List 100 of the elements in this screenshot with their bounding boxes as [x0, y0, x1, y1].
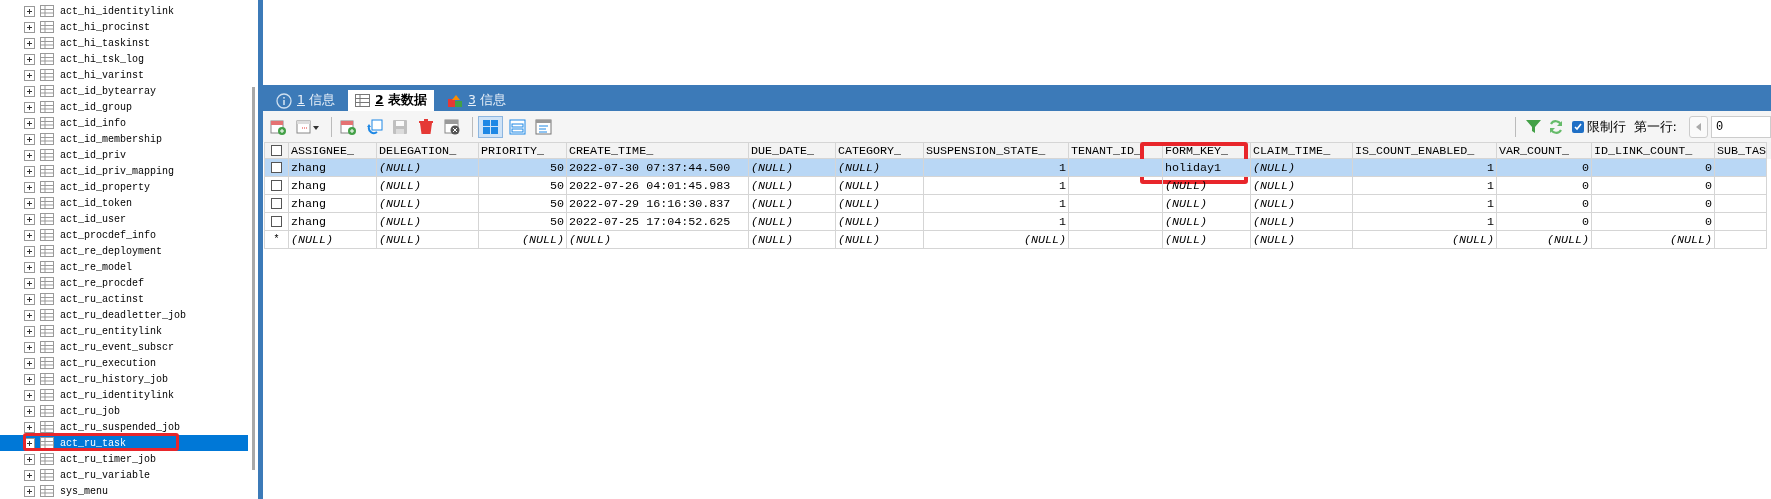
expand-icon[interactable]	[24, 389, 35, 401]
input-field[interactable]: 0	[1711, 115, 1771, 138]
tree-item[interactable]: act_ru_execution	[0, 355, 248, 371]
expand-icon[interactable]	[24, 325, 35, 337]
checkbox[interactable]	[1571, 120, 1584, 133]
tree-item[interactable]: act_ru_actinst	[0, 291, 248, 307]
table-cell: (NULL)	[377, 213, 479, 231]
tab[interactable]: 1 信息	[269, 90, 342, 111]
info-icon	[276, 92, 292, 109]
tree-item[interactable]: act_re_procdef	[0, 275, 248, 291]
table-cell: 50	[479, 177, 567, 195]
filter-icon[interactable]	[1524, 118, 1542, 135]
tree-item[interactable]: act_ru_deadletter_job	[0, 307, 248, 323]
tree-item[interactable]: act_hi_taskinst	[0, 35, 248, 51]
expand-icon[interactable]	[24, 229, 35, 241]
tree-item[interactable]: act_id_bytearray	[0, 83, 248, 99]
expand-icon[interactable]	[24, 277, 35, 289]
table-icon	[40, 325, 54, 337]
expand-icon[interactable]	[24, 85, 35, 97]
column-header[interactable]: ASSIGNEE_	[289, 142, 377, 159]
column-header[interactable]: VAR_COUNT_	[1497, 142, 1592, 159]
tab[interactable]: 2 表数据	[347, 90, 434, 111]
grid-view-icon[interactable]	[478, 115, 503, 138]
tree-item[interactable]: sys_menu	[0, 483, 248, 499]
expand-icon[interactable]	[24, 165, 35, 177]
tree-item[interactable]: act_ru_event_subscr	[0, 339, 248, 355]
tree-item[interactable]: act_ru_entitylink	[0, 323, 248, 339]
table-icon	[40, 117, 54, 129]
table-name: act_id_token	[60, 197, 132, 209]
checkbox[interactable]	[271, 198, 282, 209]
tree-item[interactable]: act_id_priv_mapping	[0, 163, 248, 179]
expand-icon[interactable]	[24, 373, 35, 385]
tree-item[interactable]: act_ru_timer_job	[0, 451, 248, 467]
column-header[interactable]: CATEGORY_	[836, 142, 924, 159]
expand-icon[interactable]	[24, 53, 35, 65]
expand-icon[interactable]	[24, 245, 35, 257]
column-header[interactable]: DUE_DATE_	[749, 142, 836, 159]
tree-item[interactable]: act_hi_identitylink	[0, 3, 248, 19]
expand-icon[interactable]	[24, 421, 35, 433]
column-header[interactable]: SUSPENSION_STATE_	[924, 142, 1069, 159]
column-header[interactable]: CLAIM_TIME_	[1251, 142, 1353, 159]
checkbox[interactable]	[271, 180, 282, 191]
expand-icon[interactable]	[24, 21, 35, 33]
table-cell: (NULL)	[289, 231, 377, 249]
checkbox[interactable]	[271, 216, 282, 227]
expand-icon[interactable]	[24, 213, 35, 225]
table-cell: 1	[1353, 213, 1497, 231]
checkbox[interactable]	[271, 145, 282, 156]
expand-icon[interactable]	[24, 405, 35, 417]
table-cell: 2022-07-26 04:01:45.983	[567, 177, 749, 195]
tree-item[interactable]: act_id_info	[0, 115, 248, 131]
tab[interactable]: 3 信息	[440, 90, 513, 111]
column-header[interactable]: PRIORITY_	[479, 142, 567, 159]
expand-icon[interactable]	[24, 357, 35, 369]
tree-item[interactable]: act_id_priv	[0, 147, 248, 163]
tree-item[interactable]: act_re_model	[0, 259, 248, 275]
column-header[interactable]: ID_LINK_COUNT_	[1592, 142, 1715, 159]
table-name: act_ru_timer_job	[60, 453, 156, 465]
tree-item[interactable]: act_ru_history_job	[0, 371, 248, 387]
tree-item[interactable]: act_hi_varinst	[0, 67, 248, 83]
tree-item[interactable]: act_ru_identitylink	[0, 387, 248, 403]
column-header[interactable]: IS_COUNT_ENABLED_	[1353, 142, 1497, 159]
expand-icon[interactable]	[24, 469, 35, 481]
tree-item[interactable]: act_id_user	[0, 211, 248, 227]
tree-item[interactable]: act_hi_procinst	[0, 19, 248, 35]
expand-icon[interactable]	[24, 341, 35, 353]
column-header[interactable]: DELEGATION_	[377, 142, 479, 159]
expand-icon[interactable]	[24, 37, 35, 49]
table-cell: (NULL)	[836, 195, 924, 213]
tree-item[interactable]: act_id_property	[0, 179, 248, 195]
tree-item[interactable]: act_hi_tsk_log	[0, 51, 248, 67]
expand-icon[interactable]	[24, 309, 35, 321]
expand-icon[interactable]	[24, 453, 35, 465]
tree-item[interactable]: act_re_deployment	[0, 243, 248, 259]
table-name: act_re_procdef	[60, 277, 144, 289]
expand-icon[interactable]	[24, 69, 35, 81]
table-cell: 1	[1353, 195, 1497, 213]
tree-item[interactable]: act_ru_job	[0, 403, 248, 419]
expand-icon[interactable]	[24, 133, 35, 145]
expand-icon[interactable]	[24, 5, 35, 17]
expand-icon[interactable]	[24, 101, 35, 113]
expand-icon[interactable]	[24, 261, 35, 273]
column-header[interactable]: CREATE_TIME_	[567, 142, 749, 159]
table-cell: (NULL)	[377, 159, 479, 177]
expand-icon[interactable]	[24, 117, 35, 129]
checkbox[interactable]	[271, 162, 282, 173]
tree-item[interactable]: act_ru_variable	[0, 467, 248, 483]
tree-item[interactable]: act_id_token	[0, 195, 248, 211]
tree-item[interactable]: act_id_membership	[0, 131, 248, 147]
expand-icon[interactable]	[24, 197, 35, 209]
expand-icon[interactable]	[24, 437, 35, 449]
scrollbar-thumb[interactable]	[252, 87, 255, 470]
expand-icon[interactable]	[24, 293, 35, 305]
table-cell: (NULL)	[1163, 195, 1251, 213]
tree-item[interactable]: act_ru_suspended_job	[0, 419, 248, 435]
expand-icon[interactable]	[24, 181, 35, 193]
expand-icon[interactable]	[24, 485, 35, 497]
expand-icon[interactable]	[24, 149, 35, 161]
tree-item[interactable]: act_id_group	[0, 99, 248, 115]
tree-item[interactable]: act_procdef_info	[0, 227, 248, 243]
